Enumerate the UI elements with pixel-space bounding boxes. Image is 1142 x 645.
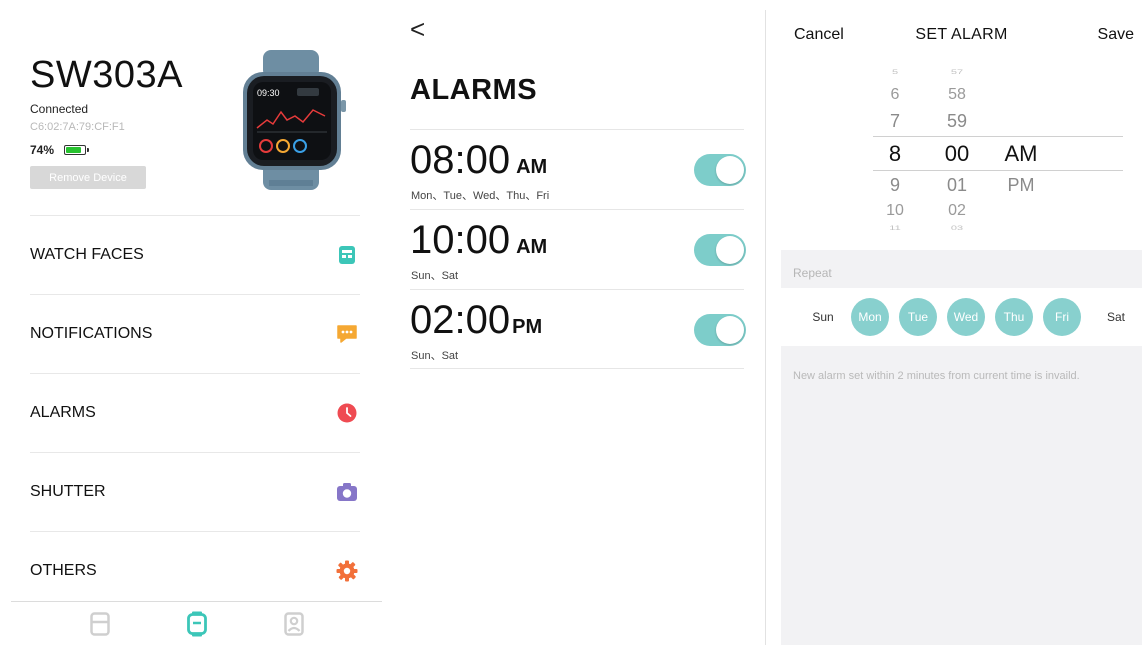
tab-watch[interactable] — [186, 611, 208, 637]
menu-label: ALARMS — [30, 404, 96, 421]
day-sat[interactable]: Sat — [1097, 298, 1135, 336]
tab-dashboard[interactable] — [89, 611, 111, 637]
remove-device-button[interactable]: Remove Device — [30, 166, 146, 189]
minute-option: 02 — [948, 202, 966, 219]
day-mon[interactable]: Mon — [851, 298, 889, 336]
weekday-selector: Sun Mon Tue Wed Thu Fri Sat — [781, 288, 1142, 346]
profile-icon — [283, 611, 304, 636]
battery-percent: 74% — [30, 143, 55, 157]
period-option: PM — [1007, 175, 1035, 195]
toggle-knob — [716, 316, 744, 344]
menu-item-alarms[interactable]: ALARMS — [30, 373, 360, 452]
cancel-button[interactable]: Cancel — [794, 26, 844, 44]
time-picker: 5 6 7 8 9 10 11 57 58 59 00 01 02 03 AM … — [781, 58, 1142, 248]
alarm-row[interactable]: 10:00 AM Sun、Sat — [410, 209, 746, 289]
alarm-note: New alarm set within 2 minutes from curr… — [793, 370, 1080, 382]
save-button[interactable]: Save — [1098, 26, 1134, 44]
alarm-row[interactable]: 02:00 PM Sun、Sat — [410, 289, 746, 369]
minute-option: 03 — [950, 224, 964, 232]
repeat-label: Repeat — [793, 266, 832, 280]
hour-selected: 8 — [888, 141, 902, 166]
back-button[interactable]: < — [410, 14, 425, 45]
hour-option: 5 — [891, 68, 899, 76]
menu-label: OTHERS — [30, 562, 97, 579]
minute-selected: 00 — [944, 141, 970, 166]
menu-item-others[interactable]: OTHERS — [30, 531, 360, 610]
message-icon — [336, 323, 358, 345]
minute-wheel[interactable]: 57 58 59 00 01 02 03 — [937, 58, 977, 248]
connection-status: Connected — [30, 102, 89, 116]
menu-label: NOTIFICATIONS — [30, 325, 153, 342]
alarm-days: Sun、Sat — [411, 350, 459, 362]
alarm-toggle[interactable] — [694, 234, 746, 266]
alarm-time: 02:00 PM — [410, 298, 543, 342]
alarms-panel: < ALARMS 08:00 AM Mon、Tue、Wed、Thu、Fri 10:… — [390, 0, 765, 645]
device-panel: SW303A Connected C6:02:7A:79:CF:F1 74% R… — [0, 0, 390, 645]
alarm-list: 08:00 AM Mon、Tue、Wed、Thu、Fri 10:00 AM Sun、… — [410, 129, 746, 369]
alarm-toggle[interactable] — [694, 154, 746, 186]
day-thu[interactable]: Thu — [995, 298, 1033, 336]
battery-fill — [66, 147, 81, 153]
menu-item-shutter[interactable]: SHUTTER — [30, 452, 360, 531]
set-alarm-panel: SET ALARM Cancel Save 5 6 7 8 9 10 11 57… — [781, 0, 1142, 645]
menu-item-watch-faces[interactable]: WATCH FACES — [30, 215, 360, 294]
toggle-knob — [716, 156, 744, 184]
watch-image: 09:30 — [243, 50, 346, 190]
tab-profile[interactable] — [283, 611, 305, 637]
page-title: ALARMS — [410, 74, 538, 106]
menu-label: WATCH FACES — [30, 246, 144, 263]
hour-option: 7 — [889, 111, 900, 131]
menu-item-notifications[interactable]: NOTIFICATIONS — [30, 294, 360, 373]
hour-option: 11 — [889, 224, 901, 232]
minute-option: 57 — [950, 68, 964, 76]
minute-option: 59 — [946, 111, 968, 131]
toggle-knob — [716, 236, 744, 264]
day-sun[interactable]: Sun — [809, 298, 837, 336]
repeat-section: Repeat Sun Mon Tue Wed Thu Fri Sat New a… — [781, 250, 1142, 645]
mac-address: C6:02:7A:79:CF:F1 — [30, 121, 125, 133]
day-fri[interactable]: Fri — [1043, 298, 1081, 336]
alarm-days: Mon、Tue、Wed、Thu、Fri — [411, 190, 550, 202]
alarm-time: 10:00 AM — [410, 218, 548, 262]
minute-option: 58 — [948, 86, 966, 103]
panel-divider — [765, 10, 766, 645]
clock-icon — [336, 402, 358, 424]
day-tue[interactable]: Tue — [899, 298, 937, 336]
alarm-time: 08:00 AM — [410, 138, 548, 182]
period-wheel[interactable]: AM PM — [999, 58, 1043, 248]
bottom-tab-bar — [11, 601, 382, 645]
minute-option: 01 — [946, 175, 968, 195]
watch-face-icon — [336, 244, 358, 266]
menu-label: SHUTTER — [30, 483, 106, 500]
watch-icon — [186, 611, 207, 636]
alarm-toggle[interactable] — [694, 314, 746, 346]
dashboard-icon — [89, 611, 110, 636]
gear-icon — [336, 560, 358, 582]
alarm-row[interactable]: 08:00 AM Mon、Tue、Wed、Thu、Fri — [410, 129, 746, 209]
camera-icon — [336, 481, 358, 503]
settings-menu: WATCH FACES NOTIFICATIONS ALARMS SHUTTER… — [30, 215, 360, 610]
battery-row: 74% — [30, 143, 90, 157]
alarm-days: Sun、Sat — [411, 270, 459, 282]
watch-time: 09:30 — [257, 88, 280, 98]
hour-option: 10 — [886, 202, 904, 219]
hour-option: 6 — [890, 86, 900, 103]
period-selected: AM — [1004, 141, 1038, 166]
battery-icon — [64, 145, 90, 155]
device-name: SW303A — [30, 54, 183, 96]
hour-wheel[interactable]: 5 6 7 8 9 10 11 — [875, 58, 915, 248]
day-wed[interactable]: Wed — [947, 298, 985, 336]
hour-option: 9 — [889, 175, 900, 195]
